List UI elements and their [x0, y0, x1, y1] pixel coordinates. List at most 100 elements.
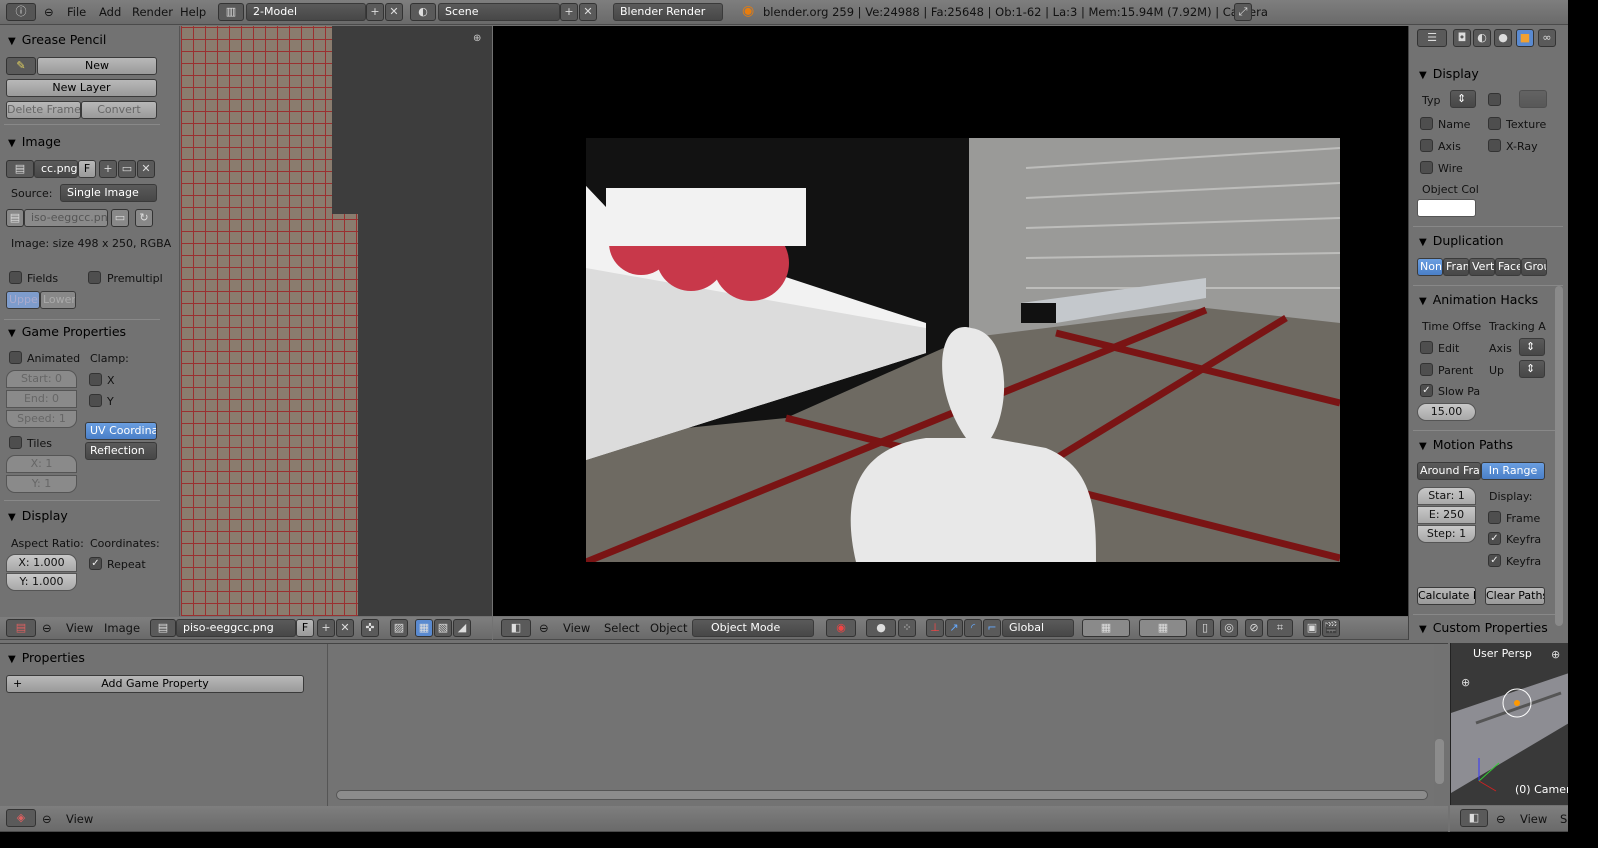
mini-select-menu[interactable]: S [1560, 812, 1567, 826]
logic-editor-type-icon[interactable]: ◈ [6, 809, 36, 827]
render-engine-select[interactable]: Blender Render [613, 3, 723, 21]
pivot-point-icon[interactable]: ● [866, 619, 896, 637]
object-tab-icon[interactable]: ■ [1516, 29, 1534, 47]
image-filepath-field[interactable]: iso-eeggcc.png [24, 209, 108, 227]
layers-group-2-icon[interactable]: ▦ [1139, 619, 1187, 637]
area-split-icon[interactable]: ⊕ [473, 33, 481, 44]
tiles-x-field[interactable]: X: 1 [6, 455, 77, 473]
convert-button[interactable]: Convert [81, 101, 157, 119]
reload-icon[interactable]: ↻ [135, 209, 153, 227]
new-image-icon[interactable]: + [317, 619, 335, 637]
premultiply-checkbox[interactable] [88, 271, 101, 284]
fields-checkbox[interactable] [9, 271, 22, 284]
path-step-field[interactable]: Step: 1 [1417, 525, 1476, 543]
open-image-icon[interactable]: ▭ [118, 160, 136, 178]
image-fake-user-button[interactable]: F [296, 619, 314, 637]
snap-element-icon[interactable]: ⌗ [1267, 619, 1293, 637]
header-collapse-icon[interactable]: ⊖ [1496, 812, 1506, 826]
logic-canvas[interactable] [329, 644, 1434, 806]
grease-new-button[interactable]: New [37, 57, 157, 75]
transform-orientation-select[interactable]: Global [1002, 619, 1074, 637]
constraints-tab-icon[interactable]: ∞ [1538, 29, 1556, 47]
clamp-y-checkbox[interactable] [89, 394, 102, 407]
object-color-swatch[interactable] [1417, 199, 1476, 217]
image-browse-icon[interactable]: ▤ [150, 619, 176, 637]
xray-checkbox[interactable] [1488, 139, 1501, 152]
texture-space-checkbox[interactable] [1488, 117, 1501, 130]
add-game-property-button[interactable]: + Add Game Property [6, 675, 304, 693]
menu-render[interactable]: Render [132, 5, 173, 19]
scene-icon[interactable]: ◐ [410, 3, 436, 21]
anim-speed-field[interactable]: Speed: 1 [6, 410, 77, 428]
dup-verts-button[interactable]: Vert [1469, 258, 1495, 276]
add-screen-icon[interactable]: + [366, 3, 384, 21]
horizontal-scrollbar[interactable] [336, 790, 1428, 800]
manipulator-center-icon[interactable]: ⁘ [898, 619, 916, 637]
slow-parent-offset-field[interactable]: 15.00 [1417, 403, 1476, 421]
slow-parent-checkbox[interactable]: ✓ [1420, 384, 1433, 397]
draw-channels-icon[interactable]: ▦ [415, 619, 433, 637]
header-collapse-icon[interactable]: ⊖ [42, 621, 52, 635]
pin-icon[interactable]: ✜ [361, 619, 379, 637]
view-menu[interactable]: View [563, 621, 590, 635]
menu-help[interactable]: Help [180, 5, 206, 19]
menu-add[interactable]: Add [99, 5, 121, 19]
collapse-icon[interactable]: ⊖ [44, 5, 54, 19]
unlink-image-icon[interactable]: ✕ [336, 619, 354, 637]
grease-pencil-panel-title[interactable]: Grease Pencil [8, 32, 107, 47]
upper-field-button[interactable]: Upper [6, 291, 40, 309]
mini-view-menu[interactable]: View [1520, 812, 1547, 826]
proportional-edit-icon[interactable]: ◎ [1220, 619, 1238, 637]
track-axis-select[interactable]: ⇕ [1519, 338, 1545, 356]
wire-checkbox[interactable] [1420, 161, 1433, 174]
image-name-field[interactable]: cc.png [34, 160, 78, 178]
mini-3d-viewport[interactable]: User Persp ⊕ ⊕ (0) Camera [1450, 643, 1568, 805]
scale-manipulator-icon[interactable]: ⌐ [983, 619, 1001, 637]
remove-screen-icon[interactable]: ✕ [385, 3, 403, 21]
display-panel-title[interactable]: Display [8, 508, 68, 523]
header-collapse-icon[interactable]: ⊖ [539, 621, 549, 635]
logic-view-menu[interactable]: View [66, 812, 93, 826]
object-menu[interactable]: Object [650, 621, 687, 635]
vertical-scrollbar[interactable] [1435, 739, 1444, 784]
render-animation-icon[interactable]: 🎬 [1322, 619, 1340, 637]
properties-scrollbar[interactable] [1555, 286, 1563, 626]
game-properties-panel-title[interactable]: Game Properties [8, 324, 126, 339]
header-collapse-icon[interactable]: ⊖ [42, 812, 52, 826]
aspect-x-field[interactable]: X: 1.000 [6, 554, 77, 572]
image-view-menu[interactable]: View [66, 621, 93, 635]
clear-paths-button[interactable]: Clear Paths [1485, 587, 1545, 605]
image-browse-icon[interactable]: ▤ [6, 160, 34, 178]
screen-selector[interactable]: 2-Model [246, 3, 366, 21]
editor-type-icon[interactable]: ☰ [1417, 29, 1447, 47]
up-axis-select[interactable]: ⇕ [1519, 360, 1545, 378]
screen-layout-icon[interactable]: ▥ [218, 3, 244, 21]
display-type-select[interactable]: ⇕ [1450, 90, 1476, 108]
lower-field-button[interactable]: Lower [40, 291, 76, 309]
layers-group-1-icon[interactable]: ▦ [1082, 619, 1130, 637]
menu-file[interactable]: File [67, 5, 86, 19]
image-menu[interactable]: Image [104, 621, 140, 635]
remove-scene-icon[interactable]: ✕ [579, 3, 597, 21]
new-image-icon[interactable]: + [99, 160, 117, 178]
anim-start-field[interactable]: Start: 0 [6, 370, 77, 388]
render-opengl-icon[interactable]: ▣ [1303, 619, 1321, 637]
alpha-channel-icon[interactable]: ▧ [434, 619, 452, 637]
image-selector[interactable]: piso-eeggcc.png [176, 619, 296, 637]
world-tab-icon[interactable]: ● [1494, 29, 1512, 47]
custom-properties-panel-title[interactable]: Custom Properties [1419, 620, 1548, 635]
lock-layers-icon[interactable]: ▯ [1196, 619, 1214, 637]
3d-editor-type-icon[interactable]: ◧ [501, 619, 531, 637]
new-layer-button[interactable]: New Layer [6, 79, 157, 97]
bounds-checkbox[interactable] [1488, 93, 1501, 106]
keyframes-checkbox[interactable]: ✓ [1488, 532, 1501, 545]
dup-group-button[interactable]: Grou [1521, 258, 1547, 276]
clamp-x-checkbox[interactable] [89, 373, 102, 386]
repeat-checkbox[interactable]: ✓ [89, 557, 102, 570]
translate-manipulator-icon[interactable]: ↗ [945, 619, 963, 637]
manipulator-toggle-icon[interactable]: ⊥ [926, 619, 944, 637]
path-end-field[interactable]: E: 250 [1417, 506, 1476, 524]
bounds-type-select[interactable] [1519, 90, 1547, 108]
image-editor-canvas[interactable]: ⊕ [181, 26, 492, 616]
dup-none-button[interactable]: Non [1417, 258, 1443, 276]
